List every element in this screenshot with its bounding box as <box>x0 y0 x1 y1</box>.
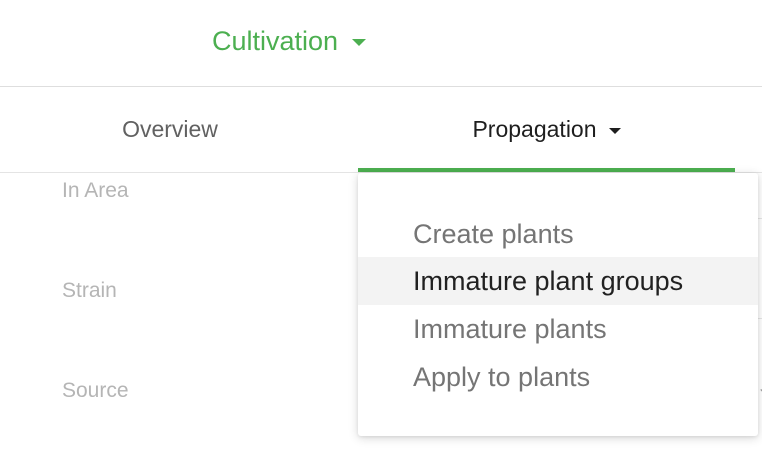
tab-propagation-label: Propagation <box>472 116 597 142</box>
menu-item-label: Apply to plants <box>413 361 591 392</box>
caret-down-icon <box>608 127 621 134</box>
active-tab-indicator <box>358 168 735 172</box>
top-navigation-bar: Cultivation <box>0 0 762 87</box>
tab-overview[interactable]: Overview <box>0 87 340 172</box>
caret-down-icon <box>352 38 367 46</box>
menu-item-create-plants[interactable]: Create plants <box>358 210 758 258</box>
strain-label: Strain <box>62 279 117 302</box>
module-switcher-label: Cultivation <box>212 25 339 56</box>
menu-item-label: Immature plants <box>413 313 607 344</box>
tab-bar: Overview Propagation <box>0 87 762 173</box>
menu-item-label: Create plants <box>413 218 574 249</box>
menu-item-immature-plants[interactable]: Immature plants <box>358 305 758 353</box>
propagation-dropdown-menu: Create plants Immature plant groups Imma… <box>358 173 758 436</box>
menu-item-apply-to-plants[interactable]: Apply to plants <box>358 353 758 401</box>
tab-propagation[interactable]: Propagation <box>358 87 735 172</box>
module-switcher-button[interactable]: Cultivation <box>212 22 367 60</box>
source-label: Source <box>62 379 129 402</box>
menu-item-immature-plant-groups[interactable]: Immature plant groups <box>358 257 758 305</box>
in-area-label: In Area <box>62 179 129 202</box>
menu-item-label: Immature plant groups <box>413 265 684 296</box>
tab-overview-label: Overview <box>122 116 218 142</box>
